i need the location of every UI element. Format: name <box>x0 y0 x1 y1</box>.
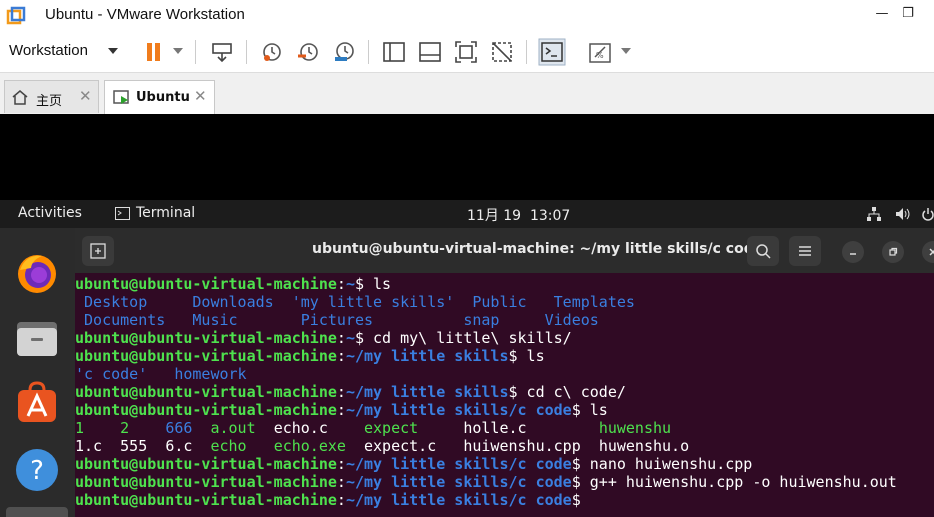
power-dropdown-icon[interactable] <box>173 48 183 54</box>
workstation-menu[interactable]: Workstation <box>9 42 88 59</box>
tab-label: Ubuntu <box>136 90 190 105</box>
terminal-line: ubuntu@ubuntu-virtual-machine:~/my littl… <box>75 401 608 419</box>
terminal-line: ubuntu@ubuntu-virtual-machine:~/my littl… <box>75 347 545 365</box>
toolbar-divider <box>526 40 527 64</box>
terminal-line: ubuntu@ubuntu-virtual-machine:~/my littl… <box>75 473 897 491</box>
close-icon[interactable]: ✕ <box>194 87 207 105</box>
dock-item-partial[interactable] <box>6 507 68 517</box>
hamburger-icon <box>799 246 811 256</box>
toolbar-divider <box>195 40 196 64</box>
new-tab-icon <box>90 243 106 259</box>
svg-text:?: ? <box>30 456 44 486</box>
ubuntu-dock: ? <box>0 228 75 517</box>
terminal-line: ubuntu@ubuntu-virtual-machine:~$ cd my\ … <box>75 329 572 347</box>
restore-icon <box>889 247 898 256</box>
power-icon[interactable] <box>922 206 934 222</box>
activities-button[interactable]: Activities <box>18 205 82 221</box>
maximize-button[interactable] <box>882 241 904 263</box>
ubuntu-top-bar: Activities Terminal 11月 19 13:07 <box>0 200 934 228</box>
minimize-button[interactable] <box>842 241 864 263</box>
terminal-line: Desktop Downloads 'my little skills' Pub… <box>75 293 635 311</box>
close-button[interactable] <box>922 241 934 263</box>
terminal-line: ubuntu@ubuntu-virtual-machine:~/my littl… <box>75 491 590 509</box>
window-titlebar: Ubuntu - VMware Workstation — ❐ <box>0 0 934 32</box>
window-title: Ubuntu - VMware Workstation <box>45 6 245 23</box>
vm-running-icon <box>113 90 129 104</box>
close-icon <box>929 248 934 256</box>
software-center-icon[interactable] <box>14 380 60 426</box>
files-icon[interactable] <box>14 316 60 362</box>
revert-snapshot-icon[interactable] <box>294 38 322 66</box>
chevron-down-icon[interactable] <box>108 48 118 54</box>
volume-icon[interactable] <box>894 206 912 222</box>
terminal-output[interactable]: ubuntu@ubuntu-virtual-machine:~$ ls Desk… <box>75 273 934 517</box>
new-tab-button[interactable] <box>82 236 114 266</box>
search-button[interactable] <box>747 236 779 266</box>
close-icon[interactable]: ✕ <box>79 87 92 105</box>
tab-bar: 主页 ✕ Ubuntu ✕ <box>0 73 934 115</box>
terminal-line: ubuntu@ubuntu-virtual-machine:~/my littl… <box>75 455 753 473</box>
clock[interactable]: 11月 19 13:07 <box>467 205 570 225</box>
stretch-guest-icon[interactable]: % <box>586 38 614 66</box>
unity-mode-icon[interactable] <box>488 38 516 66</box>
pause-icon[interactable] <box>140 38 168 66</box>
tab-ubuntu[interactable]: Ubuntu ✕ <box>104 80 215 114</box>
terminal-line: 'c code' homework <box>75 365 247 383</box>
tab-label: 主页 <box>36 94 63 109</box>
terminal-line: 1.c 555 6.c echo echo.exe expect.c huiwe… <box>75 437 690 455</box>
thumbnail-bar-icon[interactable] <box>416 38 444 66</box>
main-toolbar: Workstation % <box>0 32 934 73</box>
snapshot-icon[interactable] <box>258 38 286 66</box>
tab-home[interactable]: 主页 ✕ <box>4 80 99 113</box>
hamburger-menu-button[interactable] <box>789 236 821 266</box>
vm-display-margin <box>0 114 934 200</box>
terminal-line: 1 2 666 a.out echo.c expect holle.c huwe… <box>75 419 672 437</box>
terminal-line: ubuntu@ubuntu-virtual-machine:~$ ls <box>75 275 392 293</box>
home-icon <box>12 90 28 105</box>
terminal-headerbar: ubuntu@ubuntu-virtual-machine: ~/my litt… <box>75 228 934 274</box>
view-dropdown-icon[interactable] <box>621 48 631 54</box>
svg-text:%: % <box>596 51 604 60</box>
fullscreen-icon[interactable] <box>452 38 480 66</box>
console-view-icon[interactable] <box>538 38 566 66</box>
firefox-icon[interactable] <box>14 250 60 296</box>
send-ctrl-alt-del-icon[interactable] <box>208 38 236 66</box>
network-icon[interactable] <box>866 206 882 222</box>
search-icon <box>756 244 771 259</box>
terminal-title: ubuntu@ubuntu-virtual-machine: ~/my litt… <box>312 241 764 257</box>
terminal-line: ubuntu@ubuntu-virtual-machine:~/my littl… <box>75 383 626 401</box>
help-icon[interactable]: ? <box>14 447 60 493</box>
minimize-button[interactable]: — <box>872 6 892 26</box>
minimize-icon <box>850 253 856 255</box>
app-menu[interactable]: Terminal <box>136 205 195 221</box>
snapshot-manager-icon[interactable] <box>330 38 358 66</box>
restore-button[interactable]: ❐ <box>898 6 918 26</box>
terminal-line: Documents Music Pictures snap Videos <box>75 311 599 329</box>
terminal-app-icon <box>115 207 130 220</box>
toolbar-divider <box>246 40 247 64</box>
toolbar-divider <box>368 40 369 64</box>
library-panel-icon[interactable] <box>380 38 408 66</box>
vmware-logo-icon <box>6 6 26 25</box>
